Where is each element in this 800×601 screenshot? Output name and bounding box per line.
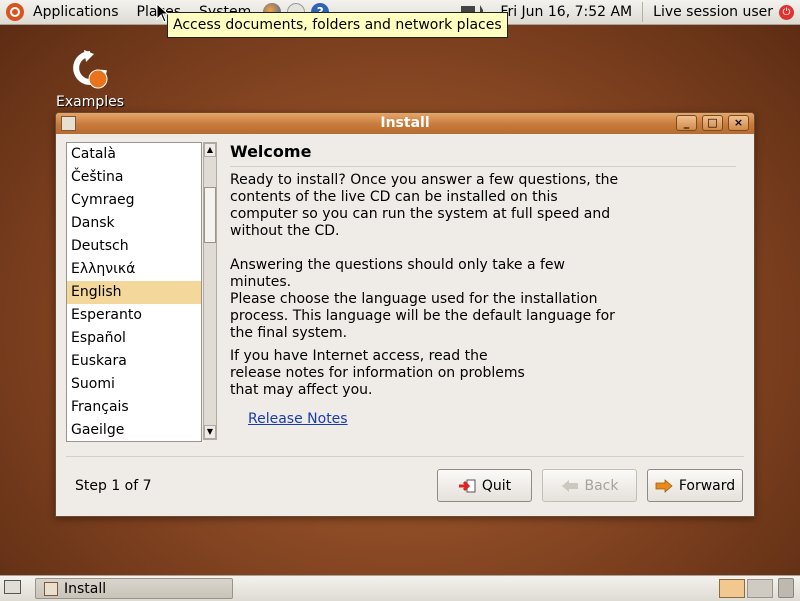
language-item[interactable]: Deutsch <box>67 235 201 258</box>
duration-paragraph: Answering the questions should only take… <box>230 257 565 290</box>
language-item[interactable]: Čeština <box>67 166 201 189</box>
show-desktop-icon[interactable] <box>4 580 21 594</box>
power-icon[interactable]: ⏻ <box>779 4 794 20</box>
quit-icon <box>458 479 476 492</box>
language-item[interactable]: Suomi <box>67 373 201 396</box>
language-item[interactable]: Esperanto <box>67 304 201 327</box>
language-item[interactable]: Gaeilge <box>67 419 201 441</box>
ubuntu-logo-icon[interactable] <box>6 3 24 21</box>
back-label: Back <box>584 477 619 494</box>
language-item[interactable]: Euskara <box>67 350 201 373</box>
language-item[interactable]: Català <box>67 143 201 166</box>
places-tooltip: Access documents, folders and network pl… <box>167 12 508 38</box>
language-item[interactable]: Français <box>67 396 201 419</box>
language-list-scrollbar[interactable]: ▲ ▼ <box>203 142 217 440</box>
clock[interactable]: Fri Jun 16, 7:52 AM <box>498 0 634 24</box>
language-item[interactable]: Dansk <box>67 212 201 235</box>
content-pane: Welcome Ready to install? Once you answe… <box>230 142 746 427</box>
installer-app-icon[interactable] <box>61 116 76 131</box>
menu-applications[interactable]: Applications <box>24 0 128 24</box>
back-arrow-icon <box>561 479 578 492</box>
minimize-icon[interactable]: _ <box>676 115 697 131</box>
taskbar-label: Install <box>64 580 107 597</box>
taskbar-install-button[interactable]: Install <box>35 578 233 599</box>
desktop-icon-label: Examples <box>55 94 125 110</box>
bottom-panel: Install <box>0 575 800 601</box>
desktop-examples[interactable]: Examples <box>55 48 125 110</box>
forward-button[interactable]: Forward <box>647 469 743 502</box>
window-title: Install <box>380 115 430 131</box>
panel-separator <box>642 2 644 22</box>
scroll-up-icon[interactable]: ▲ <box>204 143 216 157</box>
mouse-cursor-icon <box>156 3 170 23</box>
release-notes-link[interactable]: Release Notes <box>248 411 348 427</box>
window-titlebar[interactable]: Install _ □ × <box>56 113 754 134</box>
language-list[interactable]: Català Čeština Cymraeg Dansk Deutsch Ελληνικά… <box>66 142 202 442</box>
session-user-label[interactable]: Live session user <box>651 0 775 24</box>
page-title: Welcome <box>230 142 736 167</box>
language-item[interactable]: Español <box>67 327 201 350</box>
language-item[interactable]: Cymraeg <box>67 189 201 212</box>
language-paragraph: Please choose the language used for the … <box>230 291 615 341</box>
close-icon[interactable]: × <box>728 115 749 131</box>
installer-task-icon <box>44 581 58 596</box>
install-window: Install _ □ × Català Čeština Cymraeg Dansk D… <box>55 112 755 517</box>
examples-folder-icon <box>68 48 112 92</box>
maximize-icon[interactable]: □ <box>702 115 723 131</box>
language-item[interactable]: English <box>67 281 201 304</box>
language-item[interactable]: Ελληνικά <box>67 258 201 281</box>
quit-button[interactable]: Quit <box>437 469 532 502</box>
release-paragraph: If you have Internet access, read the re… <box>230 348 525 398</box>
intro-paragraph: Ready to install? Once you answer a few … <box>230 172 619 239</box>
step-label: Step 1 of 7 <box>75 478 152 494</box>
forward-label: Forward <box>678 477 736 494</box>
trash-icon[interactable] <box>778 578 794 598</box>
footer-separator <box>66 456 744 457</box>
quit-label: Quit <box>481 477 512 494</box>
scroll-thumb[interactable] <box>204 187 216 243</box>
top-panel-right: Fri Jun 16, 7:52 AM Live session user ⏻ <box>461 0 800 24</box>
back-button[interactable]: Back <box>542 469 637 502</box>
scroll-down-icon[interactable]: ▼ <box>204 425 216 439</box>
workspace-1[interactable] <box>719 579 745 598</box>
forward-arrow-icon <box>655 478 673 493</box>
workspace-2[interactable] <box>747 579 773 598</box>
